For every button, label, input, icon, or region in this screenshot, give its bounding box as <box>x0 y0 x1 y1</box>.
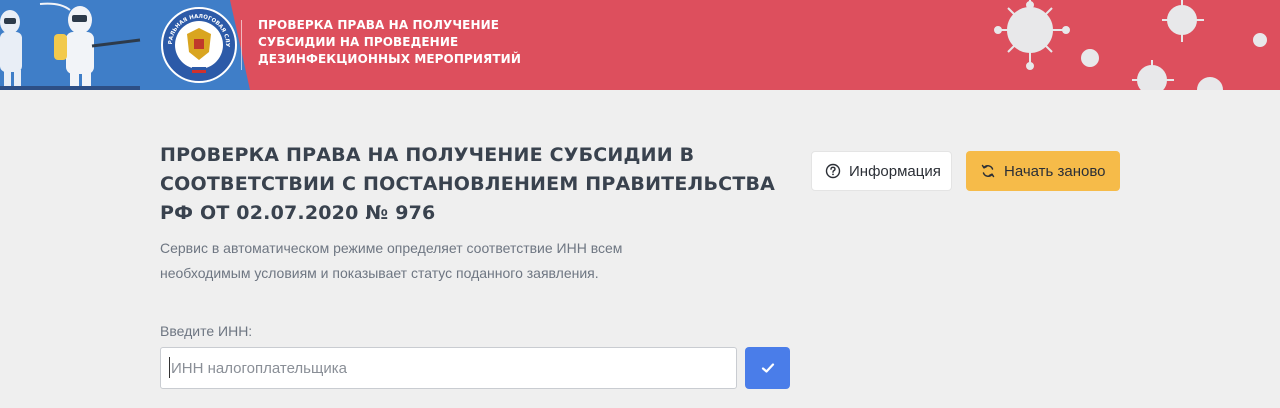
virus-decoration <box>994 0 1267 90</box>
banner-divider <box>241 20 242 70</box>
refresh-icon <box>981 164 995 178</box>
header-banner: ФЕДЕРАЛЬНАЯ НАЛОГОВАЯ СЛУЖБА ПРОВЕРКА ПР… <box>0 0 1280 90</box>
banner-title-line: ПРОВЕРКА ПРАВА НА ПОЛУЧЕНИЕ <box>258 18 500 32</box>
restart-button[interactable]: Начать заново <box>966 151 1120 191</box>
page-title-line: СООТВЕТСТВИИ С ПОСТАНОВЛЕНИЕМ ПРАВИТЕЛЬС… <box>160 173 776 195</box>
info-button[interactable]: Информация <box>811 151 952 191</box>
fns-emblem-logo: ФЕДЕРАЛЬНАЯ НАЛОГОВАЯ СЛУЖБА <box>160 6 237 83</box>
description-line: необходимым условиям и показывает статус… <box>160 265 599 281</box>
banner-title-line: ДЕЗИНФЕКЦИОННЫХ МЕРОПРИЯТИЙ <box>258 52 521 66</box>
page-description: Сервис в автоматическом режиме определяе… <box>160 236 720 286</box>
page-title-line: РФ ОТ 02.07.2020 № 976 <box>160 202 436 224</box>
submit-button[interactable] <box>745 347 790 389</box>
banner-title: ПРОВЕРКА ПРАВА НА ПОЛУЧЕНИЕ СУБСИДИИ НА … <box>258 17 558 68</box>
question-circle-icon <box>825 163 841 179</box>
checkmark-icon <box>761 363 774 373</box>
page-title-line: ПРОВЕРКА ПРАВА НА ПОЛУЧЕНИЕ СУБСИДИИ В <box>160 144 695 166</box>
info-button-label: Информация <box>849 162 941 180</box>
disinfection-workers-illustration <box>0 0 300 90</box>
inn-label: Введите ИНН: <box>160 323 253 339</box>
restart-button-label: Начать заново <box>1004 162 1106 180</box>
description-line: Сервис в автоматическом режиме определяе… <box>160 240 623 256</box>
inn-input[interactable] <box>160 347 737 389</box>
page-title: ПРОВЕРКА ПРАВА НА ПОЛУЧЕНИЕ СУБСИДИИ В С… <box>160 141 776 228</box>
banner-title-line: СУБСИДИИ НА ПРОВЕДЕНИЕ <box>258 35 459 49</box>
text-cursor <box>169 357 170 378</box>
